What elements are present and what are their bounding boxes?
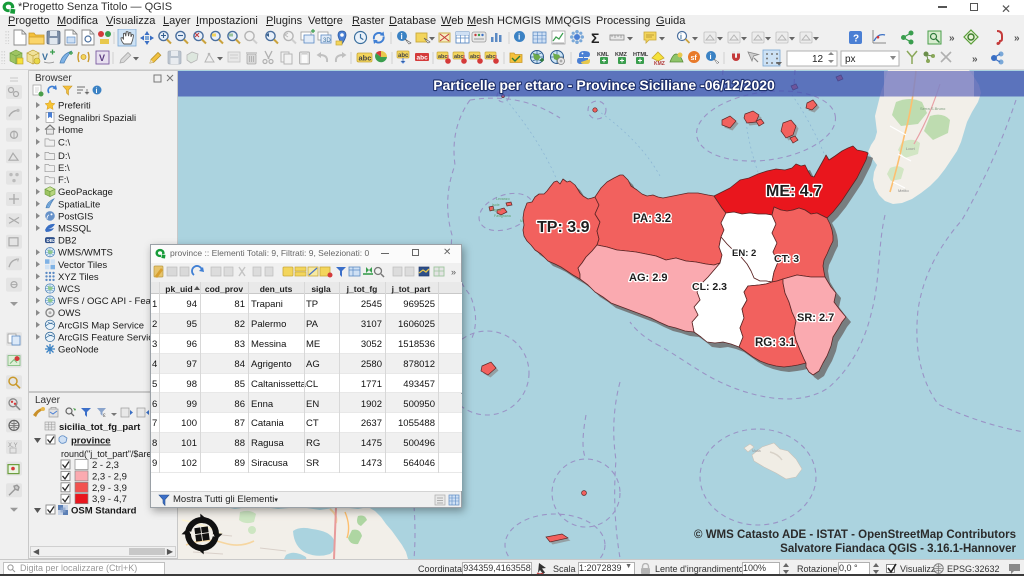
svg-text:V: V [42,52,48,62]
svg-text:© WMS Catasto ADE - ISTAT - O: © WMS Catasto ADE - ISTAT - OpenStreetMa… [694,529,1016,541]
svg-text:Vector Tiles: Vector Tiles [58,260,107,271]
svg-text:Σ: Σ [591,30,599,46]
svg-text:CT: 3: CT: 3 [774,253,799,265]
svg-text:Melito: Melito [898,188,909,193]
svg-text:i: i [401,32,403,41]
svg-text:Home: Home [58,125,83,136]
svg-text:PA: 3.2: PA: 3.2 [633,213,671,225]
svg-text:sf: sf [691,55,698,62]
svg-text:Levanzo: Levanzo [496,197,510,201]
svg-text:3D: 3D [323,38,331,44]
svg-text:i: i [518,32,520,42]
svg-text:round("j_tot_part"/$are: round("j_tot_part"/$are [61,449,151,459]
svg-text:DB2: DB2 [47,238,56,243]
svg-text:WMS/WMTS: WMS/WMTS [58,248,113,259]
svg-text:3,9 - 4,7: 3,9 - 4,7 [92,494,127,505]
svg-text:12: 12 [812,54,824,65]
svg-text:DB2: DB2 [58,236,76,247]
svg-text:OWS: OWS [58,308,81,319]
svg-text:Preferiti: Preferiti [58,101,91,112]
svg-text:WCS: WCS [58,284,80,295]
svg-text:SR: 2.7: SR: 2.7 [797,312,834,324]
svg-text:Locri: Locri [906,146,915,151]
svg-text:»: » [1014,33,1020,44]
svg-text:E:\: E:\ [58,163,70,174]
svg-text:sicilia_tot_fg_part: sicilia_tot_fg_part [59,422,141,433]
svg-text:abc: abc [417,55,429,62]
svg-text:F:\: F:\ [58,175,69,186]
svg-text:Egadi: Egadi [492,208,501,212]
svg-text:i: i [710,52,712,61]
svg-text:Salvatore Fiandaca QGIS - 3.16: Salvatore Fiandaca QGIS - 3.16.1-Hannove… [780,543,1016,555]
svg-text:2,3 - 2,9: 2,3 - 2,9 [92,471,127,482]
svg-text:MSSQL: MSSQL [58,224,91,235]
svg-text:2,9 - 3,9: 2,9 - 3,9 [92,483,127,494]
svg-text:V: V [99,53,105,63]
svg-text:Isole: Isole [492,203,500,207]
svg-text:SpatiaLite: SpatiaLite [58,199,100,210]
svg-text:GeoPackage: GeoPackage [58,187,113,198]
svg-text:D:\: D:\ [58,151,71,162]
svg-text:Favignana: Favignana [494,214,511,218]
svg-text:Segnalibri Spaziali: Segnalibri Spaziali [58,113,136,124]
svg-text:ArcGIS Feature Service: ArcGIS Feature Service [58,332,158,343]
svg-text:OSM Standard: OSM Standard [71,506,137,517]
svg-text:KMZ: KMZ [654,61,665,67]
svg-text:Particelle per ettaro - Provin: Particelle per ettaro - Province Sicilia… [433,77,775,93]
svg-text:RG: 3.1: RG: 3.1 [755,337,796,349]
svg-text:Serra S.Bruno: Serra S.Bruno [920,106,946,111]
svg-text:EN: 2: EN: 2 [732,248,756,259]
svg-text:px: px [845,54,856,65]
svg-text:CL: 2.3: CL: 2.3 [692,281,727,293]
svg-text:GeoNode: GeoNode [58,345,99,356]
svg-text:Malta: Malta [752,449,761,453]
svg-text:ME: 4.7: ME: 4.7 [766,183,822,200]
svg-text:province: province [71,436,111,447]
svg-text:i: i [680,34,682,41]
svg-text:AG: 2.9: AG: 2.9 [629,272,668,284]
svg-text:»: » [949,33,955,44]
svg-text:XYZ Tiles: XYZ Tiles [58,272,99,283]
svg-text:PostGIS: PostGIS [58,211,93,222]
svg-text:ArcGIS Map Service: ArcGIS Map Service [58,320,144,331]
svg-text:TP: 3.9: TP: 3.9 [537,219,590,236]
svg-text:?: ? [853,34,859,45]
svg-text:2 - 2,3: 2 - 2,3 [92,460,119,471]
svg-text:abc: abc [398,53,409,59]
svg-text:»: » [972,54,978,65]
svg-text:C:\: C:\ [58,137,71,148]
